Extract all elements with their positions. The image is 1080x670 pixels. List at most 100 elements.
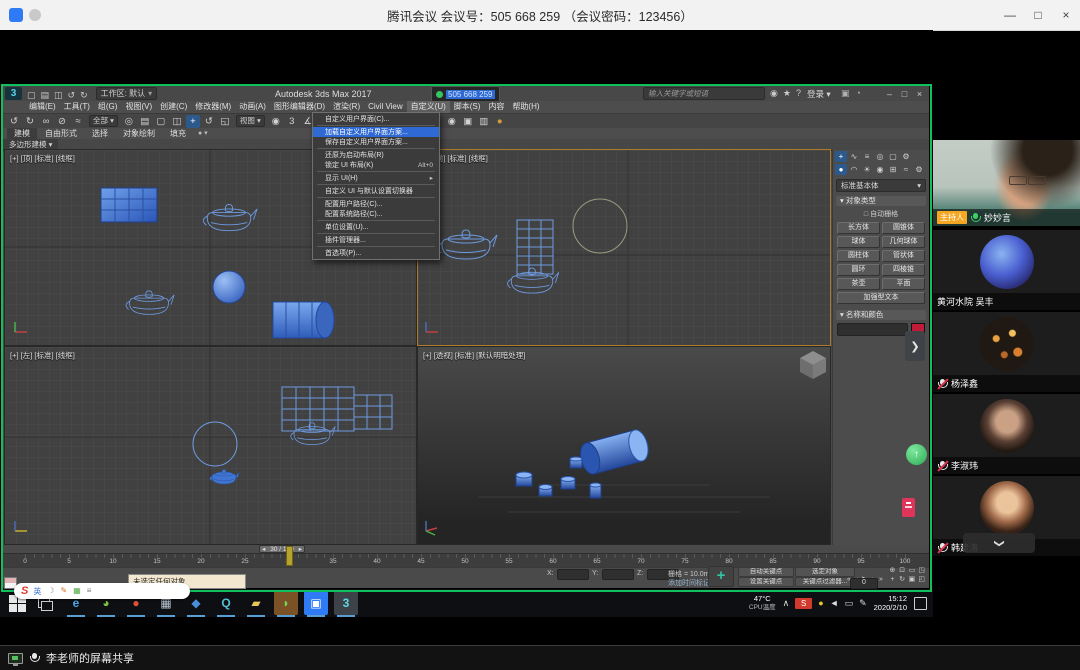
- time-slider[interactable]: ◂ 30 / 100 ▸: [3, 545, 929, 553]
- track-bar-cursor[interactable]: [286, 546, 293, 566]
- ribbon-tab-5[interactable]: 填充: [163, 128, 193, 139]
- object-type-rollout[interactable]: ▾ 对象类型: [836, 196, 926, 206]
- customize-menu-item-12[interactable]: 首选项(P)...: [313, 248, 439, 258]
- objtype-button-textplus[interactable]: 加强型文本: [837, 292, 925, 304]
- signin-button[interactable]: 登录 ▾: [807, 88, 831, 100]
- select-by-name-icon[interactable]: ▤: [138, 115, 152, 128]
- sogou-lang-icon[interactable]: 英: [33, 586, 41, 597]
- save-file-icon[interactable]: ◫: [54, 90, 63, 100]
- viewport-left-label[interactable]: [+] [左] [标准] [线框]: [10, 350, 75, 361]
- lights-icon[interactable]: ☀: [861, 164, 873, 175]
- customize-menu-item-2[interactable]: 加载自定义用户界面方案...: [313, 127, 439, 137]
- object-name-field[interactable]: [837, 323, 908, 336]
- objtype-button-5[interactable]: 圆柱体: [837, 250, 880, 262]
- participant-tile-1[interactable]: 主持人 妙妙言: [933, 140, 1080, 226]
- select-object-icon[interactable]: ◎: [122, 115, 136, 128]
- spacewarps-icon[interactable]: ≈: [900, 164, 912, 175]
- select-and-move-icon[interactable]: +: [185, 114, 200, 128]
- use-pivot-icon[interactable]: ◉: [269, 115, 283, 128]
- customize-menu-item-11[interactable]: 插件管理器...: [313, 235, 439, 245]
- menubar-item-6[interactable]: 修改器(M): [191, 101, 235, 113]
- menubar-item-12[interactable]: 脚本(S): [450, 101, 485, 113]
- display-tab-icon[interactable]: ▢: [887, 151, 899, 162]
- new-file-icon[interactable]: ▢: [27, 90, 36, 100]
- reference-coordinate-dropdown[interactable]: 视图 ▾: [235, 115, 265, 127]
- menubar-item-5[interactable]: 创建(C): [156, 101, 191, 113]
- go-to-end-icon[interactable]: »: [877, 576, 885, 583]
- window-minimize-button[interactable]: —: [996, 0, 1024, 30]
- menubar-item-13[interactable]: 内容: [484, 101, 508, 113]
- track-bar[interactable]: 0510152025303540455055606570758085909510…: [3, 553, 929, 568]
- fov-icon[interactable]: ◳: [917, 567, 926, 575]
- x-field[interactable]: [557, 569, 589, 580]
- viewport-front[interactable]: [+] [前] [标准] [线框]: [417, 149, 831, 346]
- zoom-all-icon[interactable]: ⊡: [898, 567, 907, 575]
- sogou-moon-icon[interactable]: ☽: [47, 586, 54, 597]
- objtype-button-9[interactable]: 茶壶: [837, 278, 880, 290]
- region-zoom-icon[interactable]: ◰: [917, 576, 926, 584]
- current-frame-field[interactable]: 0: [850, 578, 878, 589]
- customize-menu-item-5[interactable]: 锁定 UI 布局(K) Alt+0: [313, 160, 439, 170]
- customize-menu-item-8[interactable]: 配置用户路径(C)...: [313, 199, 439, 209]
- window-maximize-button[interactable]: □: [1024, 0, 1052, 30]
- customize-menu-item-3[interactable]: 保存自定义用户界面方案...: [313, 137, 439, 147]
- max-close-button[interactable]: ×: [912, 89, 927, 99]
- undo-qat-icon[interactable]: ↺: [68, 90, 76, 100]
- max-minimize-button[interactable]: –: [882, 89, 897, 99]
- render-production-icon[interactable]: ●: [493, 115, 507, 128]
- modify-tab-icon[interactable]: ∿: [848, 151, 860, 162]
- objtype-button-3[interactable]: 球体: [837, 236, 880, 248]
- sogou-input-bar[interactable]: S 英 ☽ ✎ ▦ ≡: [14, 583, 190, 599]
- chevron-up-icon[interactable]: ∧: [783, 598, 790, 609]
- help-icon[interactable]: ?: [796, 88, 801, 98]
- zoom-icon[interactable]: ⊕: [888, 567, 897, 575]
- ribbon-tab-2[interactable]: 自由形式: [38, 128, 84, 139]
- redo-icon[interactable]: ↻: [23, 115, 37, 128]
- sogou-pen-icon[interactable]: ✎: [61, 586, 68, 597]
- window-close-button[interactable]: ×: [1052, 0, 1080, 30]
- taskbar-folder[interactable]: ▰: [244, 591, 268, 617]
- cameras-icon[interactable]: ◉: [874, 164, 886, 175]
- menubar-item-14[interactable]: 帮助(H): [508, 101, 543, 113]
- sogou-logo-icon[interactable]: S: [21, 585, 28, 597]
- infocenter-search-input[interactable]: 输入关键字或短语: [643, 87, 765, 100]
- y-field[interactable]: [602, 569, 634, 580]
- status-dot-icon[interactable]: ●: [818, 598, 823, 608]
- pen-tray-icon[interactable]: ✎: [859, 598, 867, 609]
- customize-menu-item-9[interactable]: 配置系统路径(C)...: [313, 209, 439, 219]
- action-center-button[interactable]: [914, 596, 927, 610]
- autogrid-checkbox[interactable]: □ 自动栅格: [833, 209, 929, 219]
- customize-menu-item-7[interactable]: 自定义 UI 与默认设置切换器: [313, 186, 439, 196]
- rectangular-region-icon[interactable]: ▢: [154, 115, 168, 128]
- sogou-toolbox-icon[interactable]: ≡: [87, 586, 92, 597]
- 3dsmax-logo-icon[interactable]: 3: [5, 87, 22, 100]
- maximize-viewport-icon[interactable]: ▣: [908, 576, 917, 584]
- favorites-icon[interactable]: ★: [783, 88, 791, 98]
- viewport-perspective-label[interactable]: [+] [透视] [标准] [默认明暗处理]: [423, 350, 525, 361]
- ribbon-tab-4[interactable]: 对象绘制: [116, 128, 162, 139]
- add-time-tag[interactable]: 添加时间标记: [668, 578, 710, 588]
- sogou-tray-icon[interactable]: S: [795, 597, 813, 609]
- menubar-item-7[interactable]: 动画(A): [235, 101, 270, 113]
- select-and-scale-icon[interactable]: ◱: [218, 115, 232, 128]
- customize-menu-item-6[interactable]: 显示 UI(H) ▸: [313, 173, 439, 183]
- auto-key-button[interactable]: 自动关键点: [738, 567, 794, 577]
- max-maximize-button[interactable]: □: [897, 89, 912, 99]
- create-tab-icon[interactable]: +: [835, 151, 847, 162]
- zoom-extents-icon[interactable]: ▭: [908, 567, 917, 575]
- menubar-item-3[interactable]: 组(G): [94, 101, 122, 113]
- selection-filter-dropdown[interactable]: 全部 ▾: [89, 115, 118, 127]
- objtype-button-7[interactable]: 圆环: [837, 264, 880, 276]
- workspace-dropdown[interactable]: 工作区: 默认 ▾: [95, 87, 158, 100]
- unlink-selection-icon[interactable]: ⊘: [55, 115, 69, 128]
- polygon-modeling-panel[interactable]: 多边形建模 ▾: [3, 139, 59, 150]
- pan-icon[interactable]: +: [888, 576, 897, 584]
- participant-tile-4[interactable]: 李淑玮: [933, 394, 1080, 474]
- time-slider-handle[interactable]: ◂ 30 / 100 ▸: [259, 545, 305, 553]
- set-key-button[interactable]: 设置关键点: [738, 577, 794, 587]
- viewport-perspective[interactable]: [+] [透视] [标准] [默认明暗处理]: [417, 346, 831, 545]
- sogou-keyboard-icon[interactable]: ▦: [73, 586, 81, 597]
- helpers-icon[interactable]: ⊞: [887, 164, 899, 175]
- volume-icon[interactable]: ◄: [830, 598, 839, 608]
- material-editor-icon[interactable]: ◉: [445, 115, 459, 128]
